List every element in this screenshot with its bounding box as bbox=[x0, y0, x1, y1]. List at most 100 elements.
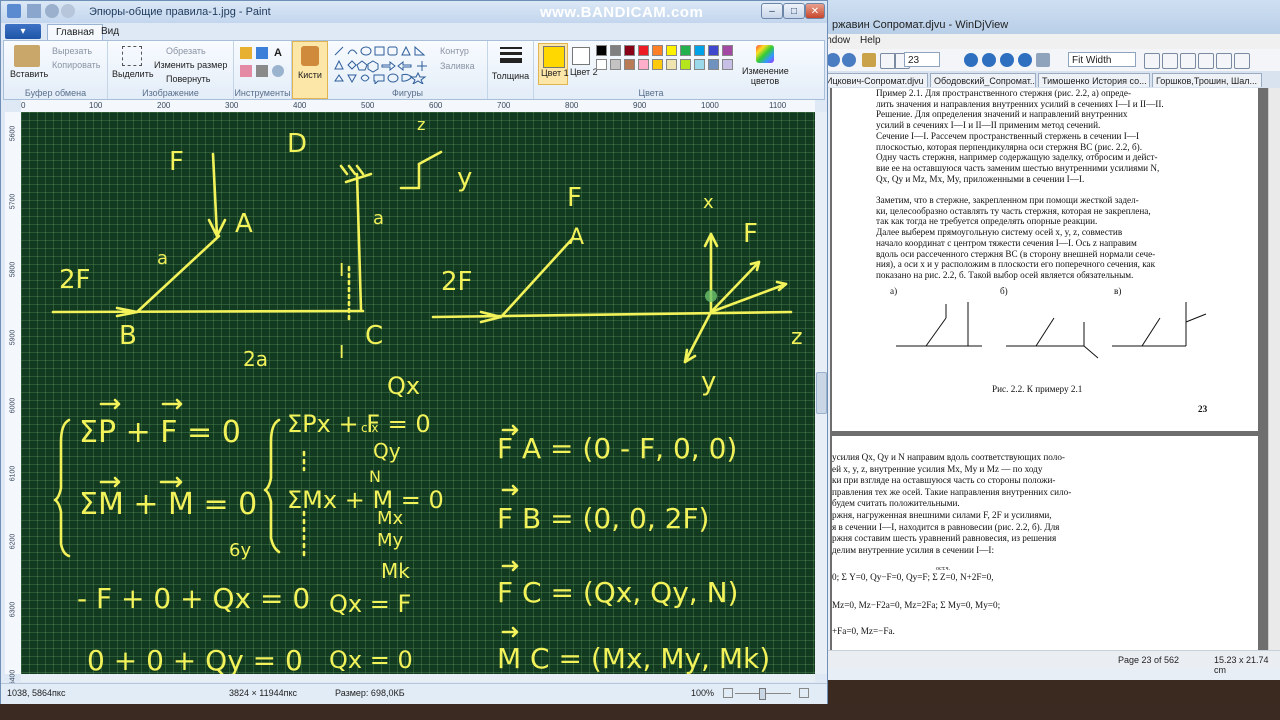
cut-button[interactable]: Вырезать bbox=[52, 46, 92, 56]
palette-swatch[interactable] bbox=[666, 45, 677, 56]
magnifier-icon[interactable] bbox=[272, 65, 284, 77]
outline-button[interactable]: Контур bbox=[440, 46, 469, 56]
palette-swatch[interactable] bbox=[708, 59, 719, 70]
palette-swatch[interactable] bbox=[610, 45, 621, 56]
zoom-select[interactable]: Fit Width bbox=[1068, 52, 1136, 67]
back-icon[interactable] bbox=[826, 53, 840, 67]
eraser-icon[interactable] bbox=[240, 65, 252, 77]
fill-shape-button[interactable]: Заливка bbox=[440, 61, 475, 71]
close-button[interactable]: ✕ bbox=[805, 3, 825, 19]
zoom-out-button[interactable] bbox=[723, 688, 733, 698]
ribbon: Вставить Вырезать Копировать Буфер обмен… bbox=[3, 40, 825, 100]
zoom-slider-thumb[interactable] bbox=[759, 688, 766, 700]
page-text-line: усилия Qx, Qy и N направим вдоль соответ… bbox=[832, 452, 1065, 462]
page-text-line: ния), а оси x и y расположим в плоскости… bbox=[876, 259, 1156, 270]
redo-icon[interactable] bbox=[61, 4, 75, 18]
palette-swatch[interactable] bbox=[666, 59, 677, 70]
doc-tab-2[interactable]: Ободовский_Сопромат... bbox=[930, 73, 1036, 87]
palette-swatch[interactable] bbox=[624, 45, 635, 56]
page-text-line: делим внутренние усилия в сечении I—I: bbox=[832, 544, 995, 555]
first-page-icon[interactable] bbox=[964, 53, 978, 67]
hw-qx-top: Qx bbox=[387, 372, 420, 400]
paint-statusbar: 1038, 5864пкс 3824 × 11944пкс Размер: 69… bbox=[1, 683, 827, 704]
palette-swatch[interactable] bbox=[694, 59, 705, 70]
resize-button[interactable]: Изменить размер bbox=[154, 60, 227, 70]
rotate-button[interactable]: Повернуть bbox=[166, 74, 210, 84]
maximize-button[interactable]: □ bbox=[783, 3, 805, 19]
facing-pages-icon[interactable] bbox=[1162, 53, 1178, 69]
rotate-right-icon[interactable] bbox=[1198, 53, 1214, 69]
paste-icon[interactable] bbox=[14, 45, 40, 67]
palette-swatch[interactable] bbox=[722, 45, 733, 56]
menu-help[interactable]: Help bbox=[860, 35, 881, 46]
undo-icon[interactable] bbox=[45, 4, 59, 18]
hw-row2: 0 + 0 + Qy = 0 bbox=[87, 644, 303, 674]
print-icon[interactable] bbox=[862, 53, 876, 67]
color2-button[interactable]: Цвет 2 bbox=[568, 43, 598, 83]
size-button[interactable]: Толщина bbox=[488, 41, 534, 99]
pencil-icon[interactable] bbox=[240, 47, 252, 59]
crop-button[interactable]: Обрезать bbox=[166, 46, 206, 56]
ruler-h-tick: 0 bbox=[21, 101, 26, 110]
continuous-icon[interactable] bbox=[1216, 53, 1232, 69]
document-viewer[interactable]: Пример 2.1. Для пространственного стержн… bbox=[830, 88, 1268, 650]
hw-f-left: F bbox=[169, 147, 184, 177]
page-text-line: Qx, Qy и Mz, Mx, My, приложенными в сече… bbox=[876, 173, 1085, 184]
document-scrollbar[interactable] bbox=[1268, 88, 1280, 650]
palette-swatch[interactable] bbox=[610, 59, 621, 70]
palette-swatch[interactable] bbox=[708, 45, 719, 56]
page-text-line: вие ее на оставшуюся часть заменим шесть… bbox=[876, 162, 1160, 173]
last-page-icon[interactable] bbox=[1018, 53, 1032, 67]
ruler-h-tick: 600 bbox=[429, 101, 443, 110]
doc-tab-3[interactable]: Тимошенко История со... bbox=[1038, 73, 1150, 87]
color1-button[interactable]: Цвет 1 bbox=[538, 43, 569, 85]
hw-b-left: B bbox=[119, 321, 137, 351]
hw-eq-sum-mx: ΣMx + M = 0 bbox=[287, 486, 444, 514]
select-button[interactable]: Выделить bbox=[112, 69, 154, 79]
page-number-input[interactable]: 23 bbox=[904, 52, 940, 67]
group-clipboard: Вставить Вырезать Копировать Буфер обмен… bbox=[4, 41, 108, 99]
palette-swatch[interactable] bbox=[596, 59, 607, 70]
palette-swatch[interactable] bbox=[596, 45, 607, 56]
minimize-button[interactable]: – bbox=[761, 3, 783, 19]
color-palette bbox=[596, 45, 744, 85]
select-icon[interactable] bbox=[122, 46, 142, 66]
palette-swatch[interactable] bbox=[624, 59, 635, 70]
text-icon[interactable]: A bbox=[272, 47, 284, 59]
paint-app-icon[interactable] bbox=[7, 4, 21, 18]
drawing-canvas[interactable]: F A a 2F B 2a C I I a D z y F A 2F x F y… bbox=[21, 112, 815, 674]
page-layout-icon[interactable] bbox=[1144, 53, 1160, 69]
palette-swatch[interactable] bbox=[722, 59, 733, 70]
zoom-in-icon[interactable] bbox=[1036, 53, 1050, 67]
fullscreen-icon[interactable] bbox=[1234, 53, 1250, 69]
palette-swatch[interactable] bbox=[680, 59, 691, 70]
doc-tab-4[interactable]: Горшков,Трошин, Шал... bbox=[1152, 73, 1262, 87]
copy-button[interactable]: Копировать bbox=[52, 60, 100, 70]
prev-page-icon[interactable] bbox=[982, 53, 996, 67]
file-menu-button[interactable]: ▾ bbox=[5, 24, 41, 39]
palette-swatch[interactable] bbox=[680, 45, 691, 56]
palette-swatch[interactable] bbox=[652, 59, 663, 70]
paste-button[interactable]: Вставить bbox=[10, 69, 48, 79]
page-text-line: ки, целесообразно оставлять ту часть сте… bbox=[876, 205, 1151, 216]
doc-tab-1[interactable]: Ицкович-Сопромат.djvu bbox=[822, 73, 928, 87]
scroll-thumb[interactable] bbox=[816, 372, 827, 414]
color-picker-icon[interactable] bbox=[256, 65, 268, 77]
canvas-vertical-scrollbar[interactable] bbox=[815, 112, 827, 674]
tab-view[interactable]: Вид bbox=[93, 24, 127, 40]
fill-icon[interactable] bbox=[256, 47, 268, 59]
edit-colors-button[interactable]: Изменение цветов bbox=[742, 44, 789, 86]
zoom-in-button[interactable] bbox=[799, 688, 809, 698]
palette-swatch[interactable] bbox=[638, 59, 649, 70]
rotate-left-icon[interactable] bbox=[1180, 53, 1196, 69]
forward-icon[interactable] bbox=[842, 53, 856, 67]
canvas-horizontal-scrollbar[interactable] bbox=[21, 674, 815, 682]
next-page-icon[interactable] bbox=[1000, 53, 1014, 67]
palette-swatch[interactable] bbox=[652, 45, 663, 56]
page-text-line: я в сечении I—I, находится в равновесии … bbox=[832, 521, 1060, 532]
brushes-button[interactable]: Кисти bbox=[292, 41, 328, 99]
shapes-gallery[interactable] bbox=[332, 44, 434, 84]
palette-swatch[interactable] bbox=[638, 45, 649, 56]
save-icon[interactable] bbox=[27, 4, 41, 18]
palette-swatch[interactable] bbox=[694, 45, 705, 56]
